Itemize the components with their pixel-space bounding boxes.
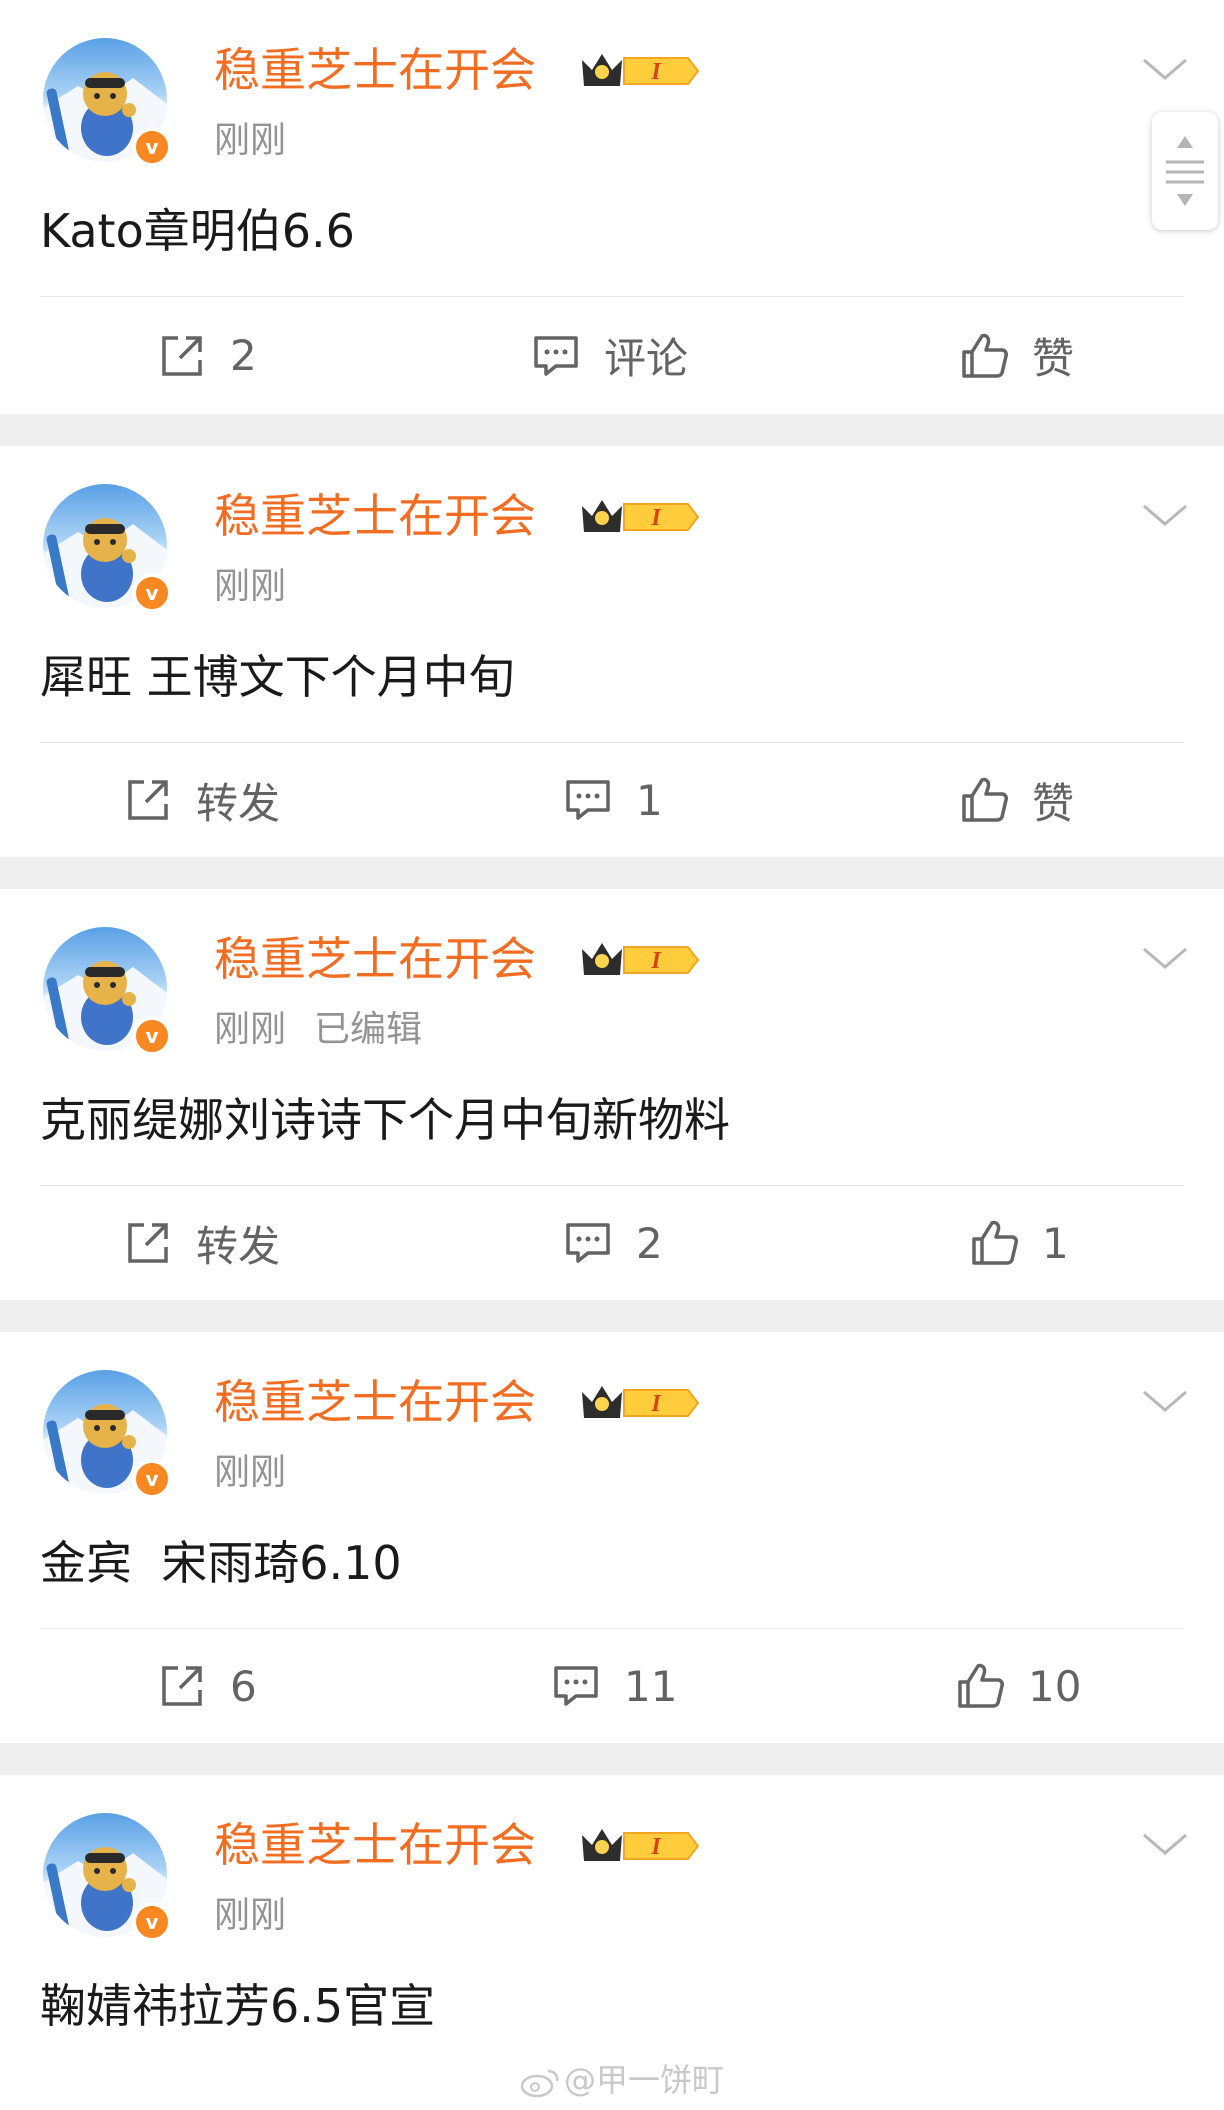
post-card[interactable]: v 稳重芝士在开会 I 刚刚 鞠婧祎拉芳6.5官宣 — [0, 1775, 1224, 2075]
post-actions: 转发 1 赞 — [0, 743, 1224, 857]
post-content: 鞠婧祎拉芳6.5官宣 — [40, 1979, 436, 2033]
vip-level-label: I — [650, 59, 662, 85]
post-time: 刚刚 — [214, 1009, 287, 1050]
repost-count: 转发 — [196, 1221, 281, 1271]
like-button[interactable]: 赞 — [958, 743, 1074, 857]
fast-scroll-handle[interactable] — [1152, 112, 1218, 230]
repost-icon — [156, 330, 208, 382]
comment-button[interactable]: 评论 — [530, 297, 688, 414]
post-actions: 6 11 10 — [0, 1629, 1224, 1743]
vip-level-label: I — [650, 505, 662, 531]
repost-button[interactable]: 转发 — [122, 743, 280, 857]
post-time: 刚刚 — [214, 566, 287, 607]
repost-icon — [122, 1217, 174, 1269]
post-card[interactable]: v 稳重芝士在开会 I 刚刚 金宾 宋雨琦6.10 6 11 10 — [0, 1332, 1224, 1743]
post-separator — [0, 414, 1224, 446]
repost-icon — [156, 1660, 208, 1712]
post-card[interactable]: v 稳重芝士在开会 I 刚刚已编辑 克丽缇娜刘诗诗下个月中旬新物料 转发 2 — [0, 889, 1224, 1300]
like-button[interactable]: 1 — [968, 1186, 1069, 1300]
scroll-handle-icon — [1166, 136, 1204, 206]
post-content: 克丽缇娜刘诗诗下个月中旬新物料 — [40, 1093, 730, 1147]
vip-crown-badge-icon: I — [582, 943, 700, 975]
repost-count: 2 — [230, 331, 257, 380]
post-actions: 转发 2 1 — [0, 1186, 1224, 1300]
like-count: 1 — [1042, 1218, 1069, 1268]
repost-icon — [122, 774, 174, 826]
comment-button[interactable]: 1 — [562, 743, 663, 857]
repost-button[interactable]: 2 — [156, 297, 257, 414]
post-meta: 刚刚 — [214, 562, 286, 612]
thumbs-up-icon — [968, 1217, 1020, 1269]
chevron-down-icon[interactable] — [1140, 1829, 1190, 1859]
weibo-feed: v 稳重芝士在开会 I 刚刚 Kato章明伯6.6 2 评论 赞 v 稳重芝士在… — [0, 0, 1224, 2075]
vip-crown-badge-icon: I — [582, 1829, 700, 1861]
comment-icon — [562, 774, 614, 826]
vip-crown-badge-icon: I — [582, 500, 700, 532]
post-time: 刚刚 — [214, 1452, 287, 1493]
chevron-down-icon[interactable] — [1140, 1386, 1190, 1416]
vip-crown-badge-icon: I — [582, 54, 700, 86]
comment-count: 2 — [636, 1218, 663, 1268]
thumbs-up-icon — [954, 1660, 1006, 1712]
post-time: 刚刚 — [214, 1895, 287, 1936]
author-name[interactable]: 稳重芝士在开会 — [214, 1372, 536, 1432]
author-name[interactable]: 稳重芝士在开会 — [214, 929, 536, 989]
post-meta: 刚刚 — [214, 116, 286, 166]
repost-count: 转发 — [196, 778, 281, 828]
post-separator — [0, 1300, 1224, 1332]
thumbs-up-icon — [958, 330, 1010, 382]
author-name[interactable]: 稳重芝士在开会 — [214, 486, 536, 546]
like-count: 赞 — [1032, 334, 1075, 383]
vip-level-label: I — [650, 948, 662, 974]
comment-icon — [562, 1217, 614, 1269]
author-name[interactable]: 稳重芝士在开会 — [214, 1815, 536, 1875]
post-content: Kato章明伯6.6 — [40, 204, 355, 258]
chevron-down-icon[interactable] — [1140, 54, 1190, 84]
repost-button[interactable]: 转发 — [122, 1186, 280, 1300]
post-content: 金宾 宋雨琦6.10 — [40, 1536, 402, 1590]
post-meta: 刚刚 — [214, 1448, 286, 1498]
thumbs-up-icon — [958, 774, 1010, 826]
watermark-text: @甲一饼町 — [564, 2061, 725, 2099]
verified-badge: v — [132, 1016, 172, 1056]
verified-badge: v — [132, 1459, 172, 1499]
edited-label: 已编辑 — [314, 1009, 423, 1050]
vip-level-label: I — [650, 1391, 662, 1417]
post-content: 犀旺 王博文下个月中旬 — [40, 650, 515, 704]
post-card[interactable]: v 稳重芝士在开会 I 刚刚 犀旺 王博文下个月中旬 转发 1 赞 — [0, 446, 1224, 857]
comment-icon — [530, 330, 582, 382]
chevron-down-icon[interactable] — [1140, 500, 1190, 530]
post-meta: 刚刚 — [214, 1891, 286, 1941]
weibo-logo-icon — [520, 2065, 560, 2099]
like-button[interactable]: 赞 — [958, 297, 1074, 414]
comment-button[interactable]: 2 — [562, 1186, 663, 1300]
post-card[interactable]: v 稳重芝士在开会 I 刚刚 Kato章明伯6.6 2 评论 赞 — [0, 0, 1224, 414]
post-meta: 刚刚 已编辑 — [214, 1005, 422, 1055]
verified-badge: v — [132, 573, 172, 613]
comment-count: 评论 — [604, 334, 689, 383]
like-count: 10 — [1028, 1661, 1082, 1711]
chevron-down-icon[interactable] — [1140, 943, 1190, 973]
comment-count: 11 — [624, 1661, 678, 1711]
comment-icon — [550, 1660, 602, 1712]
like-count: 赞 — [1032, 778, 1075, 828]
post-separator — [0, 1743, 1224, 1775]
vip-crown-badge-icon: I — [582, 1386, 700, 1418]
post-time: 刚刚 — [214, 120, 287, 161]
author-name[interactable]: 稳重芝士在开会 — [214, 40, 536, 100]
verified-badge: v — [132, 1902, 172, 1942]
post-separator — [0, 857, 1224, 889]
comment-count: 1 — [636, 775, 663, 825]
vip-level-label: I — [650, 1834, 662, 1860]
post-actions: 2 评论 赞 — [0, 297, 1224, 414]
comment-button[interactable]: 11 — [550, 1629, 677, 1743]
repost-count: 6 — [230, 1661, 257, 1711]
watermark: @甲一饼町 — [520, 2058, 724, 2102]
repost-button[interactable]: 6 — [156, 1629, 257, 1743]
verified-badge: v — [132, 127, 172, 167]
like-button[interactable]: 10 — [954, 1629, 1081, 1743]
